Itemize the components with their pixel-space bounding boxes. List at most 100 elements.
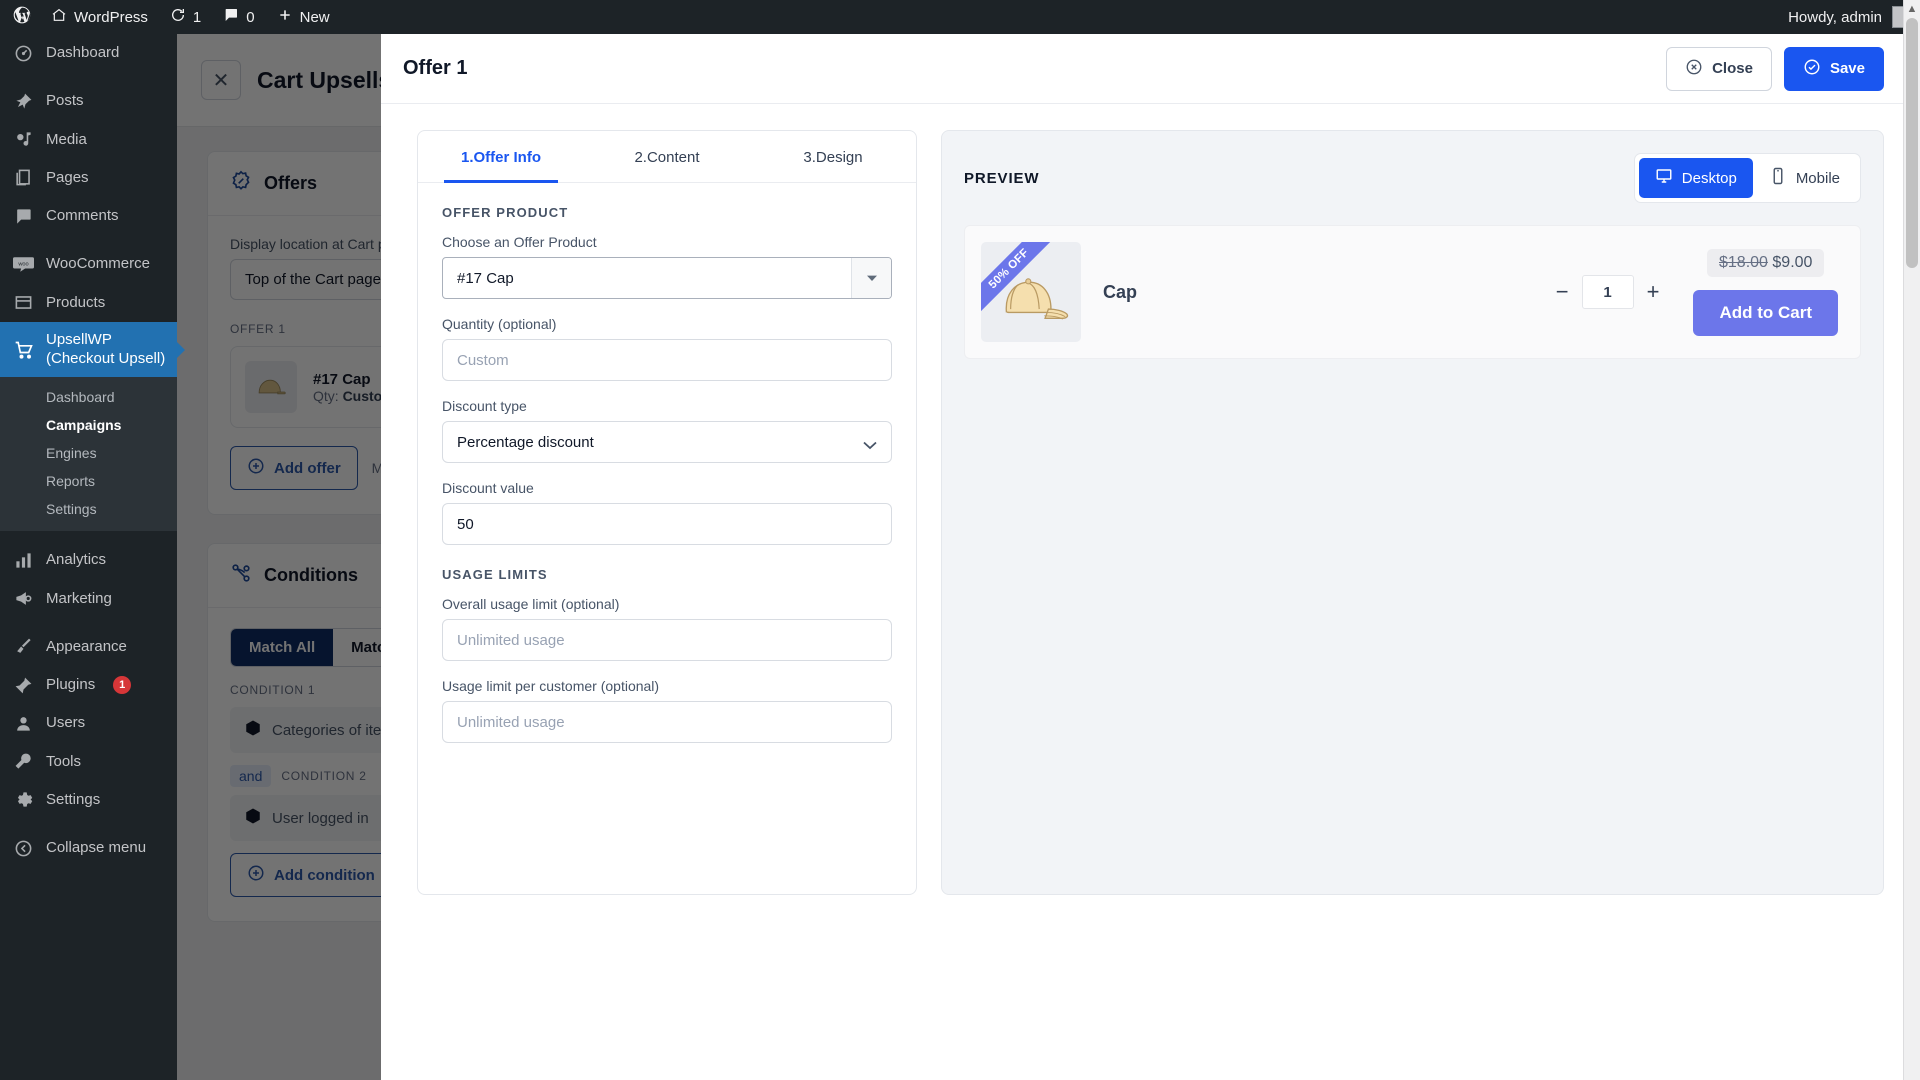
scrollbar-thumb[interactable] [1906, 18, 1918, 268]
sidebar-item-marketing[interactable]: Marketing [0, 580, 177, 618]
plus-icon[interactable]: + [1647, 281, 1660, 303]
sidebar-label: Tools [46, 752, 82, 770]
save-button[interactable]: Save [1783, 46, 1884, 91]
sidebar-item-woocommerce[interactable]: woo WooCommerce [0, 245, 177, 283]
field-per-customer-usage: Usage limit per customer (optional) [442, 678, 892, 743]
sidebar-item-collapse[interactable]: Collapse menu [0, 829, 177, 867]
quantity-stepper: − 1 + [1556, 275, 1660, 309]
sidebar-item-pages[interactable]: Pages [0, 159, 177, 197]
tab-content[interactable]: 2.Content [584, 131, 750, 182]
sidebar-item-plugins[interactable]: Plugins 1 [0, 666, 177, 704]
sidebar-label: WooCommerce [46, 255, 150, 273]
site-name-button[interactable]: WordPress [40, 0, 159, 34]
field-overall-usage: Overall usage limit (optional) [442, 596, 892, 661]
preview-header: PREVIEW Desktop Mobile [964, 153, 1861, 203]
tab-design[interactable]: 3.Design [750, 131, 916, 182]
sidebar-item-settings[interactable]: Settings [0, 781, 177, 819]
page-scrollbar[interactable]: ▲ [1903, 0, 1920, 1080]
minus-icon[interactable]: − [1556, 281, 1569, 303]
updates-count: 1 [192, 8, 202, 26]
sidebar-label: Collapse menu [46, 839, 147, 856]
quantity-input[interactable] [442, 339, 892, 381]
mobile-preview-button[interactable]: Mobile [1753, 158, 1856, 198]
cart-icon [13, 340, 34, 360]
updates-icon [170, 7, 186, 27]
sidebar-subitem-settings[interactable]: Settings [0, 495, 177, 523]
howdy-label: Howdy, admin [1788, 8, 1882, 26]
field-quantity: Quantity (optional) [442, 316, 892, 381]
home-icon [51, 7, 67, 27]
sidebar-item-posts[interactable]: Posts [0, 82, 177, 120]
sidebar-subitem-campaigns[interactable]: Campaigns [0, 411, 177, 439]
comment-icon [13, 206, 34, 226]
svg-text:woo: woo [17, 261, 28, 267]
sidebar-item-users[interactable]: Users [0, 704, 177, 742]
tools-icon [13, 752, 34, 772]
sidebar-subitem-reports[interactable]: Reports [0, 467, 177, 495]
preview-panel: PREVIEW Desktop Mobile 50% OFF Cap − 1 +… [941, 130, 1884, 895]
collapse-icon [13, 838, 34, 858]
sidebar-item-media[interactable]: Media [0, 121, 177, 159]
products-icon [13, 293, 34, 313]
offer-preview-card: 50% OFF Cap − 1 + $18.00 $9.00 Add to Ca… [964, 225, 1861, 359]
caret-down-icon[interactable] [851, 258, 891, 298]
comments-count: 0 [246, 8, 255, 26]
wordpress-logo-button[interactable] [0, 0, 40, 34]
sidebar-label: Appearance [46, 637, 127, 655]
sidebar-item-upsellwp[interactable]: UpsellWP (Checkout Upsell) [0, 321, 185, 378]
sidebar-label: Plugins [46, 676, 96, 693]
per-customer-input[interactable] [442, 701, 892, 743]
field-discount-type: Discount type [442, 398, 892, 463]
sidebar-item-comments[interactable]: Comments [0, 197, 177, 235]
sidebar-label: Posts [46, 92, 84, 110]
updates-button[interactable]: 1 [159, 0, 212, 34]
sidebar-item-appearance[interactable]: Appearance [0, 628, 177, 666]
sidebar-subitem-dashboard[interactable]: Dashboard [0, 383, 177, 411]
media-icon [13, 130, 34, 150]
quantity-value[interactable]: 1 [1581, 275, 1634, 309]
active-pointer [177, 341, 185, 358]
sidebar-label: Products [46, 293, 106, 311]
sidebar-item-analytics[interactable]: Analytics [0, 541, 177, 579]
new-content-button[interactable]: New [266, 0, 341, 34]
cap-image: 50% OFF [981, 242, 1081, 342]
megaphone-icon [13, 589, 34, 609]
chart-icon [13, 550, 34, 570]
desktop-icon [1655, 167, 1673, 189]
choose-product-select[interactable]: #17 Cap [442, 257, 892, 299]
sidebar-subitem-engines[interactable]: Engines [0, 439, 177, 467]
section-usage-limits: USAGE LIMITS [442, 567, 548, 582]
discount-value-input[interactable] [442, 503, 892, 545]
discount-type-label: Discount type [442, 398, 527, 414]
section-offer-product: OFFER PRODUCT [442, 205, 569, 220]
sidebar-label: Pages [46, 168, 89, 186]
site-name-label: WordPress [74, 8, 148, 26]
mobile-icon [1769, 167, 1787, 189]
dashboard-icon [13, 43, 34, 63]
close-button[interactable]: Close [1666, 46, 1772, 91]
mobile-label: Mobile [1795, 169, 1840, 187]
offer-editor-modal: Offer 1 Close Save 1.Offer Info 2.Conten… [381, 34, 1920, 1080]
comment-icon [223, 7, 239, 27]
scroll-up-arrow[interactable]: ▲ [1904, 3, 1920, 15]
account-menu[interactable]: Howdy, admin [1777, 0, 1920, 34]
discount-type-select[interactable] [442, 421, 892, 463]
preview-label: PREVIEW [964, 169, 1040, 187]
sidebar-item-dashboard[interactable]: Dashboard [0, 34, 177, 72]
modal-header: Offer 1 Close Save [381, 34, 1920, 104]
overall-usage-input[interactable] [442, 619, 892, 661]
tab-offer-info[interactable]: 1.Offer Info [418, 131, 584, 183]
sidebar-item-products[interactable]: Products [0, 284, 177, 322]
per-customer-label: Usage limit per customer (optional) [442, 678, 660, 694]
add-to-cart-button[interactable]: Add to Cart [1693, 289, 1838, 336]
modal-title: Offer 1 [403, 57, 468, 79]
desktop-label: Desktop [1681, 169, 1737, 187]
sidebar-item-tools[interactable]: Tools [0, 743, 177, 781]
comments-button[interactable]: 0 [212, 0, 265, 34]
close-circle-icon [1685, 58, 1703, 80]
wp-admin-bar: WordPress 1 0 New Howdy, admin [0, 0, 1920, 34]
brush-icon [13, 637, 34, 657]
choose-product-value: #17 Cap [457, 269, 514, 287]
desktop-preview-button[interactable]: Desktop [1638, 158, 1753, 198]
sale-price: $9.00 [1772, 253, 1813, 271]
